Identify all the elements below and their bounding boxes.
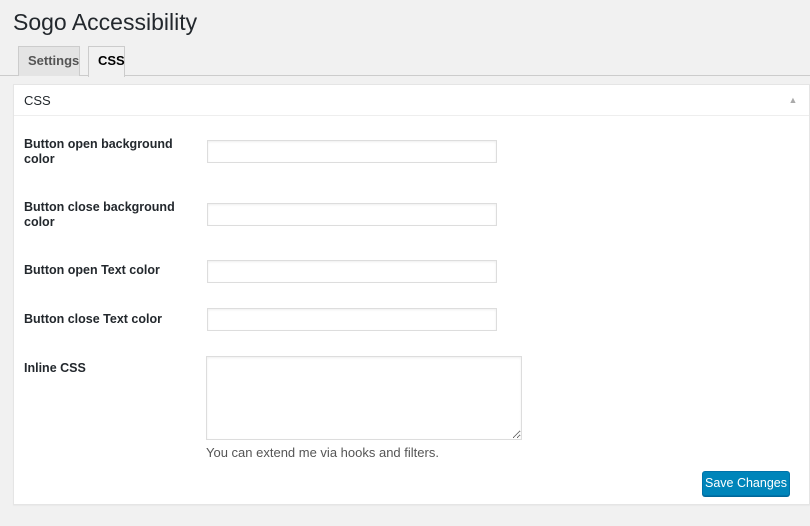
button-open-text-color-input[interactable] xyxy=(207,260,497,283)
save-changes-button[interactable]: Save Changes xyxy=(702,471,790,496)
button-open-bg-color-label: Button open background color xyxy=(24,137,173,166)
button-open-text-color-label: Button open Text color xyxy=(24,263,160,277)
button-open-bg-color-input[interactable] xyxy=(207,140,497,163)
inline-css-textarea[interactable] xyxy=(206,356,522,440)
button-close-text-color-input[interactable] xyxy=(207,308,497,331)
button-close-bg-color-label: Button close background color xyxy=(24,200,175,229)
css-panel: CSS ▲ Button open background color Butto… xyxy=(13,84,810,505)
panel-header[interactable]: CSS ▲ xyxy=(14,85,809,116)
page-title: Sogo Accessibility xyxy=(13,9,198,35)
button-close-text-color-label: Button close Text color xyxy=(24,312,162,326)
button-close-bg-color-input[interactable] xyxy=(207,203,497,226)
inline-css-label: Inline CSS xyxy=(24,361,86,375)
panel-title: CSS xyxy=(24,93,51,108)
tab-bar: Settings CSS xyxy=(0,44,810,77)
tab-css[interactable]: CSS xyxy=(88,46,125,77)
triangle-up-icon[interactable]: ▲ xyxy=(787,94,799,106)
tab-settings[interactable]: Settings xyxy=(18,46,80,76)
settings-page: Sogo Accessibility Settings CSS CSS ▲ Bu… xyxy=(0,0,810,526)
hooks-description: You can extend me via hooks and filters. xyxy=(206,445,439,460)
